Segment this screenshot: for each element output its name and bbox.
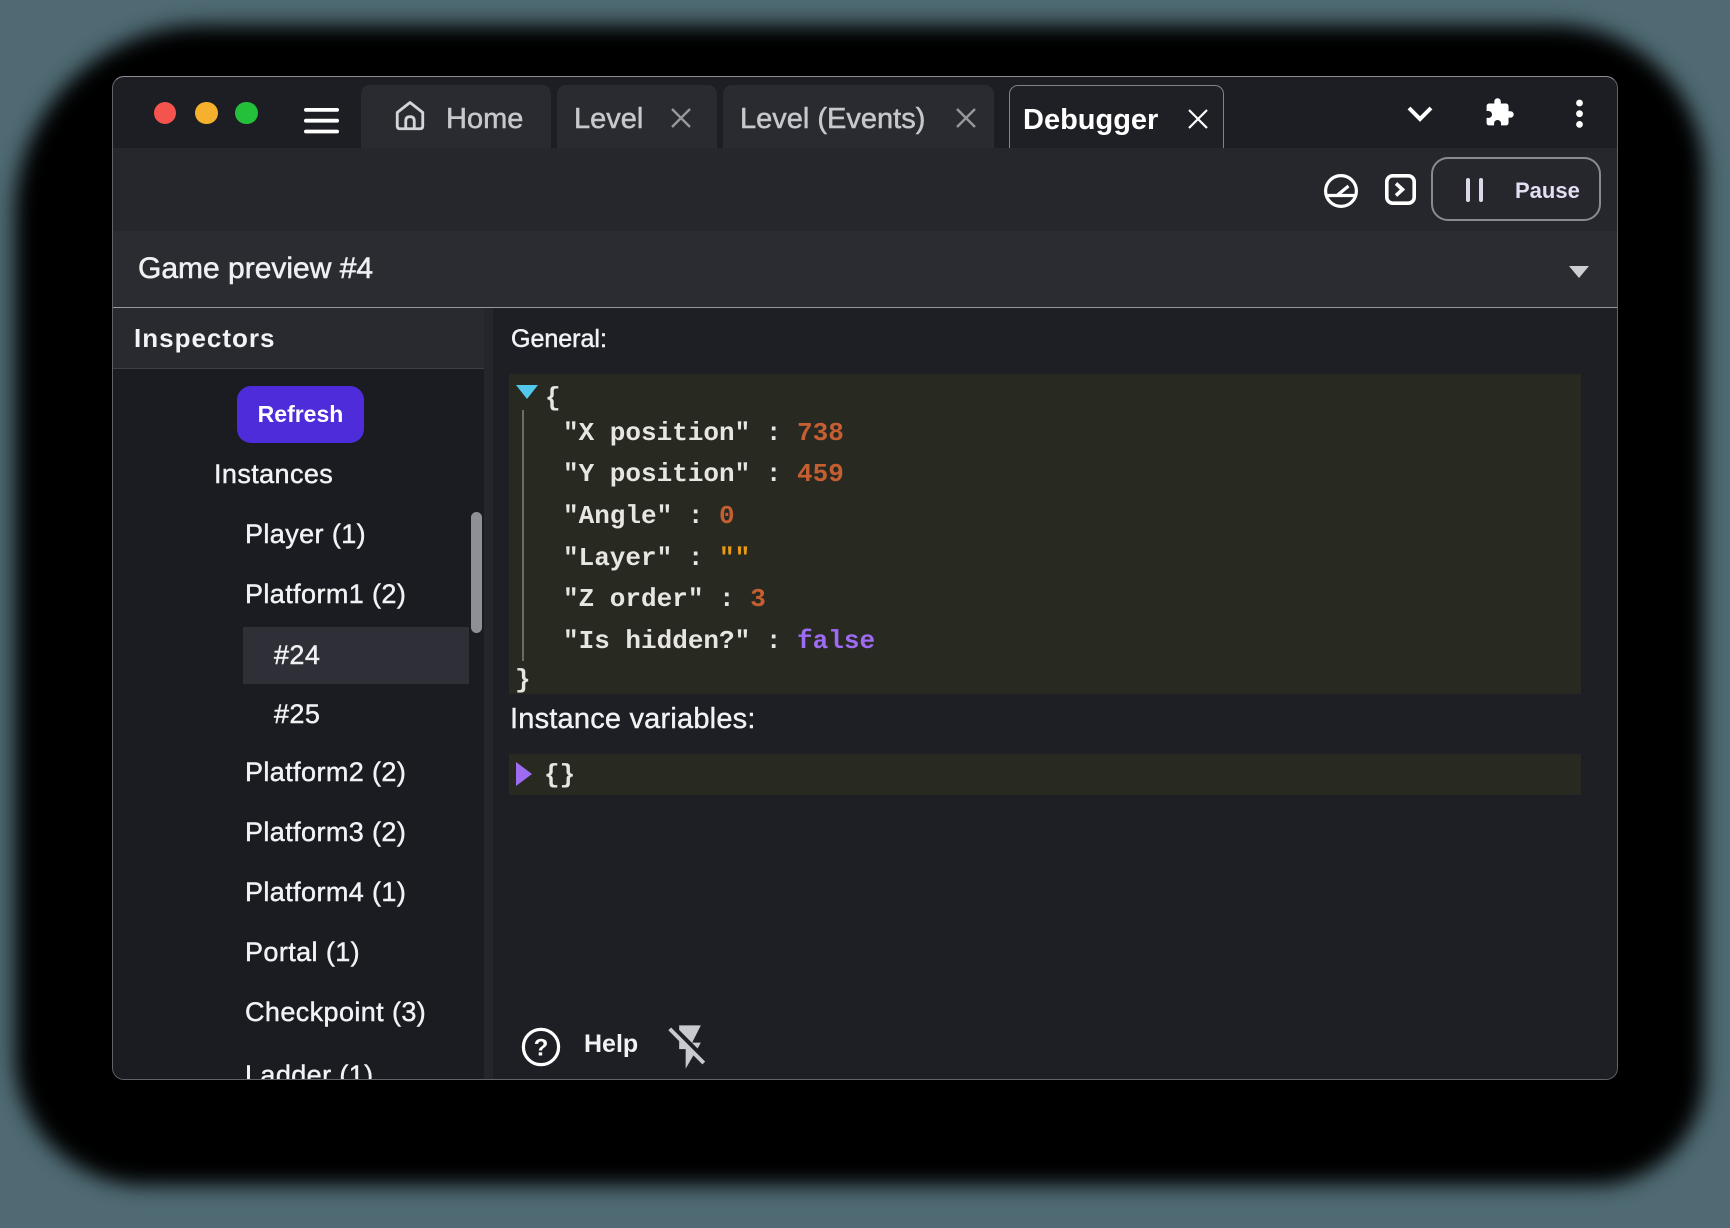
svg-text:?: ? <box>534 1035 549 1062</box>
